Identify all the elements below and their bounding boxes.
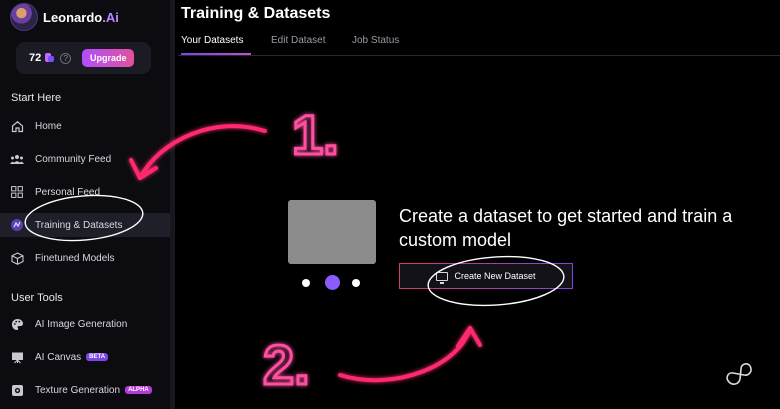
monitor-icon <box>436 271 449 284</box>
brand[interactable]: Leonardo.Ai <box>10 3 119 31</box>
create-new-dataset-button[interactable]: Create New Dataset <box>399 263 573 289</box>
carousel-dot-active[interactable] <box>325 275 340 290</box>
grid-icon <box>10 185 24 199</box>
arrow-2-annotation <box>338 326 482 383</box>
beta-badge: BETA <box>86 353 109 361</box>
page-title: Training & Datasets <box>181 5 331 22</box>
upgrade-button[interactable]: Upgrade <box>82 49 135 67</box>
sidebar-item-ai-image-generation[interactable]: AI Image Generation <box>0 312 170 336</box>
brand-avatar <box>10 3 38 31</box>
sidebar-item-label: Finetuned Models <box>35 252 115 264</box>
section-title-start-here: Start Here <box>11 92 62 104</box>
sidebar-item-community-feed[interactable]: Community Feed <box>0 147 170 171</box>
sidebar-item-label: Personal Feed <box>35 186 101 198</box>
sidebar-item-ai-canvas[interactable]: AI Canvas BETA <box>0 345 170 369</box>
corner-logo-icon <box>726 363 752 385</box>
sidebar-item-label: AI Canvas <box>35 351 82 363</box>
sidebar-item-texture-generation[interactable]: Texture Generation ALPHA <box>0 378 170 402</box>
training-icon <box>10 218 24 232</box>
token-icon <box>44 53 55 63</box>
sidebar-item-label: Community Feed <box>35 153 112 165</box>
home-icon <box>10 119 24 133</box>
carousel-dot[interactable] <box>302 279 310 287</box>
sidebar-item-home[interactable]: Home <box>0 114 170 138</box>
create-new-dataset-label: Create New Dataset <box>454 271 536 281</box>
token-count: 72 <box>29 52 42 64</box>
canvas-icon <box>10 350 24 364</box>
community-icon <box>10 152 24 166</box>
alpha-badge: ALPHA <box>125 386 152 394</box>
sidebar-item-finetuned-models[interactable]: Finetuned Models <box>0 246 170 270</box>
section-title-user-tools: User Tools <box>11 292 63 304</box>
sidebar: Leonardo.Ai 72 ? Upgrade Start Here Home… <box>0 0 170 409</box>
brand-name-main: Leonardo <box>43 9 103 25</box>
tab-divider <box>178 55 780 56</box>
sidebar-item-label: AI Image Generation <box>35 318 128 330</box>
texture-icon <box>10 383 24 397</box>
sidebar-item-label: Texture Generation <box>35 384 121 396</box>
sidebar-item-training-datasets[interactable]: Training & Datasets <box>0 213 170 237</box>
tab-edit-dataset[interactable]: Edit Dataset <box>271 35 325 46</box>
dataset-preview-image <box>288 200 376 264</box>
empty-state-headline: Create a dataset to get started and trai… <box>399 206 733 250</box>
token-balance: 72 ? Upgrade <box>16 42 151 74</box>
sidebar-item-label: Training & Datasets <box>35 219 123 231</box>
sidebar-item-label: Home <box>35 120 62 132</box>
step-2-label: 2. <box>263 333 310 396</box>
cube-icon <box>10 251 24 265</box>
step-1-label: 1. <box>292 103 339 166</box>
sidebar-item-personal-feed[interactable]: Personal Feed <box>0 180 170 204</box>
brand-name-suffix: .Ai <box>102 9 119 25</box>
carousel-dot[interactable] <box>352 279 360 287</box>
sidebar-scrollbar[interactable] <box>170 0 175 409</box>
tab-job-status[interactable]: Job Status <box>352 35 399 46</box>
help-icon[interactable]: ? <box>60 52 72 64</box>
palette-icon <box>10 317 24 331</box>
tab-your-datasets[interactable]: Your Datasets <box>181 35 243 46</box>
brand-name: Leonardo.Ai <box>43 10 119 25</box>
